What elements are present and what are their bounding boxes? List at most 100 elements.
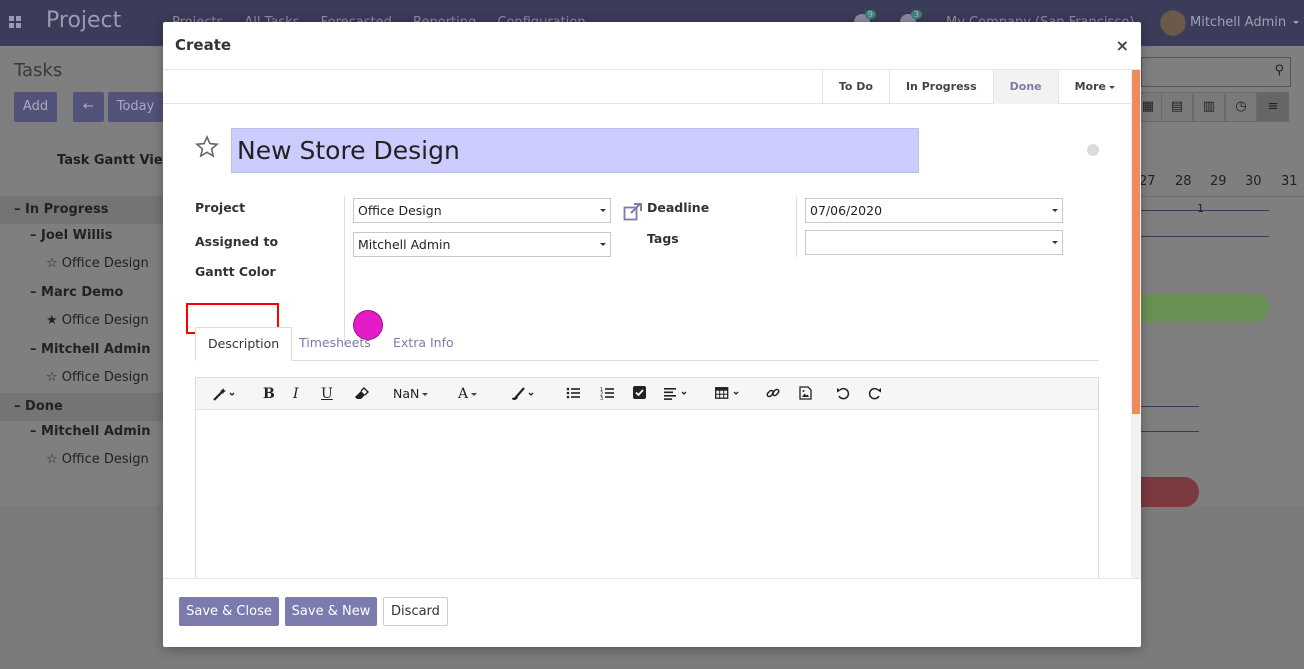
avatar[interactable]: [1160, 10, 1186, 36]
save-new-button[interactable]: Save & New: [285, 597, 377, 626]
stage-statusbar: To Do In Progress Done More: [163, 70, 1131, 104]
chevron-down-icon: [1052, 241, 1058, 244]
search-icon[interactable]: ⚲: [1274, 63, 1284, 78]
paragraph-align-dropdown[interactable]: [664, 386, 690, 402]
gantt-task-row[interactable]: ★ Office Design: [0, 307, 163, 335]
graph-view-icon[interactable]: ▥: [1193, 92, 1225, 122]
activity-count: 9: [864, 10, 876, 19]
bulleted-list-icon[interactable]: [566, 386, 580, 402]
search-input[interactable]: ⚲: [1141, 57, 1291, 87]
breadcrumb: Tasks: [14, 60, 63, 81]
gantt-user-row[interactable]: – Joel Willis: [0, 222, 163, 250]
editor-toolbar: B I U NaN A 123: [196, 378, 1098, 410]
font-size-dropdown[interactable]: NaN: [393, 386, 429, 402]
stage-more-dropdown[interactable]: More: [1057, 70, 1131, 104]
gantt-count-label: 1: [1197, 202, 1204, 215]
star-icon[interactable]: [195, 135, 219, 159]
day-label: 31: [1281, 174, 1298, 189]
gantt-view-icon[interactable]: ≡: [1257, 92, 1289, 122]
deadline-value: 07/06/2020: [810, 203, 883, 218]
gantt-task-row[interactable]: ☆ Office Design: [0, 446, 163, 474]
save-close-button[interactable]: Save & Close: [179, 597, 279, 626]
chevron-down-icon: [600, 243, 606, 246]
assigned-to-label: Assigned to: [195, 234, 279, 249]
description-editor: B I U NaN A 123: [195, 377, 1099, 578]
stage-list: To Do In Progress Done More: [821, 70, 1131, 104]
gantt-consolidated-line: [1141, 406, 1199, 407]
assigned-value: Mitchell Admin: [358, 237, 451, 252]
table-dropdown[interactable]: [715, 386, 743, 402]
editor-content-area[interactable]: [196, 410, 1098, 578]
magic-wand-icon[interactable]: [212, 386, 236, 402]
close-icon[interactable]: ×: [1116, 36, 1129, 55]
discard-button[interactable]: Discard: [383, 597, 448, 626]
tags-field[interactable]: [805, 230, 1063, 255]
gantt-group-row[interactable]: – In Progress: [0, 196, 163, 224]
gantt-user-row[interactable]: – Mitchell Admin: [0, 418, 163, 446]
chevron-down-icon: [1052, 209, 1058, 212]
scrollbar-thumb[interactable]: [1132, 70, 1140, 414]
stage-done[interactable]: Done: [992, 70, 1058, 104]
brush-icon[interactable]: [510, 386, 536, 402]
font-color-dropdown[interactable]: A: [458, 386, 478, 402]
gantt-task-row[interactable]: ☆ Office Design: [0, 250, 163, 278]
redo-icon[interactable]: [868, 386, 882, 402]
stage-in-progress[interactable]: In Progress: [888, 70, 993, 104]
dialog-scrollbar[interactable]: [1131, 70, 1141, 578]
deadline-label: Deadline: [647, 200, 710, 215]
project-select[interactable]: Office Design: [353, 198, 611, 223]
add-button[interactable]: Add: [14, 92, 57, 122]
prev-arrow-icon[interactable]: ←: [73, 92, 104, 122]
list-view-icon[interactable]: ▤: [1161, 92, 1193, 122]
user-name: Mitchell Admin: [1190, 15, 1287, 30]
create-task-dialog: Create × To Do In Progress Done More New…: [163, 22, 1141, 647]
stage-to-do[interactable]: To Do: [821, 70, 889, 104]
chevron-down-icon: [600, 209, 606, 212]
gantt-consolidated-line: [1141, 431, 1199, 432]
tab-extra-info[interactable]: Extra Info: [393, 327, 454, 361]
underline-icon[interactable]: U: [321, 386, 333, 402]
task-name-input[interactable]: New Store Design: [231, 128, 919, 173]
external-link-icon[interactable]: [623, 203, 643, 221]
eraser-icon[interactable]: [353, 386, 369, 402]
chevron-down-icon: [471, 392, 478, 396]
activity-view-icon[interactable]: ◷: [1225, 92, 1257, 122]
font-color-icon: A: [458, 386, 469, 402]
gantt-task-bar[interactable]: [1141, 477, 1199, 507]
kanban-state-icon[interactable]: [1087, 144, 1099, 156]
dialog-footer: Save & Close Save & New Discard: [163, 578, 1141, 647]
font-size-value: NaN: [393, 386, 420, 401]
field-separator: [344, 197, 345, 345]
gantt-header-title: Task Gantt View: [57, 153, 175, 168]
tags-label: Tags: [647, 231, 679, 246]
day-label: 28: [1175, 174, 1192, 189]
gantt-group-row[interactable]: – Done: [0, 393, 163, 421]
gantt-timeline-background: ⚲ ▦ ▤ ▥ ◷ ≡ 27 28 29 30 31 1: [1132, 46, 1304, 508]
more-label: More: [1074, 80, 1106, 93]
user-menu[interactable]: Mitchell Admin: [1190, 15, 1300, 30]
today-button[interactable]: Today: [108, 92, 163, 122]
project-label: Project: [195, 200, 246, 215]
day-label: 27: [1139, 174, 1156, 189]
gantt-consolidated-line: [1141, 210, 1269, 211]
project-value: Office Design: [358, 203, 442, 218]
gantt-user-row[interactable]: – Mitchell Admin: [0, 336, 163, 364]
app-title: Project: [46, 8, 122, 33]
checklist-icon[interactable]: [633, 386, 646, 402]
image-icon[interactable]: [799, 386, 812, 402]
tab-timesheets[interactable]: Timesheets: [299, 327, 371, 361]
gantt-task-row[interactable]: ☆ Office Design: [0, 364, 163, 392]
gantt-user-row[interactable]: – Marc Demo: [0, 279, 163, 307]
numbered-list-icon[interactable]: 123: [600, 386, 614, 402]
chevron-down-icon: [1109, 85, 1115, 89]
link-icon[interactable]: [766, 386, 780, 402]
assigned-to-select[interactable]: Mitchell Admin: [353, 232, 611, 257]
day-label: 29: [1210, 174, 1227, 189]
apps-menu-icon[interactable]: [9, 16, 21, 28]
tab-description[interactable]: Description: [195, 327, 293, 361]
bold-icon[interactable]: B: [263, 386, 275, 402]
undo-icon[interactable]: [836, 386, 850, 402]
gantt-task-bar[interactable]: [1141, 294, 1269, 322]
deadline-field[interactable]: 07/06/2020: [805, 198, 1063, 223]
italic-icon[interactable]: I: [293, 386, 299, 402]
